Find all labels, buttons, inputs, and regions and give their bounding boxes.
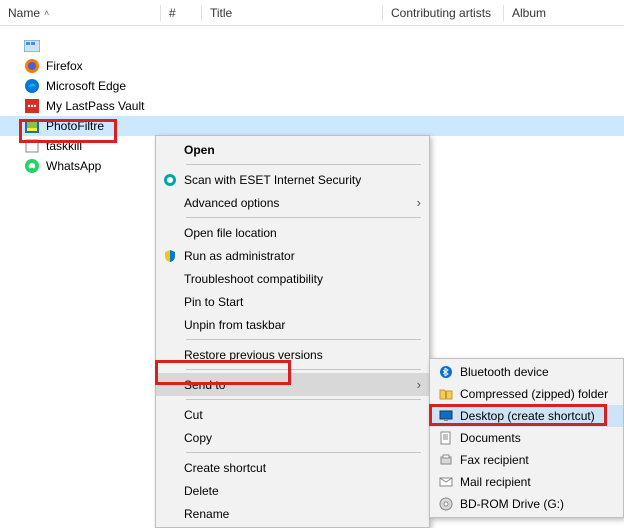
blank-icon <box>160 195 180 211</box>
menu-advanced-options[interactable]: Advanced options › <box>156 191 429 214</box>
menu-delete[interactable]: Delete <box>156 479 429 502</box>
submenu-documents[interactable]: Documents <box>430 427 623 449</box>
shield-icon <box>160 248 180 264</box>
menu-run-admin[interactable]: Run as administrator <box>156 244 429 267</box>
blank-icon <box>160 317 180 333</box>
menu-separator <box>186 452 421 453</box>
blank-icon <box>160 430 180 446</box>
disc-drive-icon <box>436 496 456 512</box>
file-name: PhotoFiltre <box>46 119 104 133</box>
menu-troubleshoot[interactable]: Troubleshoot compatibility <box>156 267 429 290</box>
menu-send-to[interactable]: Send to › <box>156 373 429 396</box>
photofiltre-icon <box>24 118 40 134</box>
blank-icon <box>160 294 180 310</box>
menu-open-location[interactable]: Open file location <box>156 221 429 244</box>
menu-cut[interactable]: Cut <box>156 403 429 426</box>
submenu-bluetooth[interactable]: Bluetooth device <box>430 361 623 383</box>
documents-icon <box>436 430 456 446</box>
blank-icon <box>160 460 180 476</box>
menu-separator <box>186 217 421 218</box>
column-name[interactable]: Name ˄ <box>0 2 160 24</box>
firefox-icon <box>24 58 40 74</box>
blank-icon <box>160 483 180 499</box>
edge-icon <box>24 78 40 94</box>
column-album[interactable]: Album <box>504 2 624 24</box>
submenu-mail[interactable]: Mail recipient <box>430 471 623 493</box>
bluetooth-icon <box>436 364 456 380</box>
sort-asc-icon: ˄ <box>44 8 49 18</box>
submenu-compressed[interactable]: Compressed (zipped) folder <box>430 383 623 405</box>
menu-scan-eset[interactable]: Scan with ESET Internet Security <box>156 168 429 191</box>
list-item[interactable]: Microsoft Edge <box>0 76 624 96</box>
list-item-selected[interactable]: PhotoFiltre <box>0 116 624 136</box>
blank-icon <box>160 347 180 363</box>
menu-create-shortcut[interactable]: Create shortcut <box>156 456 429 479</box>
sendto-submenu: Bluetooth device Compressed (zipped) fol… <box>429 358 624 518</box>
menu-unpin-taskbar[interactable]: Unpin from taskbar <box>156 313 429 336</box>
menu-separator <box>186 369 421 370</box>
fax-icon <box>436 452 456 468</box>
menu-separator <box>186 164 421 165</box>
file-list-header: Name ˄ # Title Contributing artists Albu… <box>0 0 624 26</box>
submenu-bdrom[interactable]: BD-ROM Drive (G:) <box>430 493 623 515</box>
column-artists[interactable]: Contributing artists <box>383 2 503 24</box>
submenu-desktop-shortcut[interactable]: Desktop (create shortcut) <box>430 405 623 427</box>
chevron-right-icon: › <box>417 195 421 210</box>
column-name-label: Name <box>8 6 40 20</box>
file-name: Firefox <box>46 59 83 73</box>
chevron-right-icon: › <box>417 377 421 392</box>
lastpass-icon <box>24 98 40 114</box>
zip-folder-icon <box>436 386 456 402</box>
menu-open[interactable]: Open <box>156 138 429 161</box>
taskkill-icon <box>24 138 40 154</box>
blank-icon <box>160 407 180 423</box>
blank-icon <box>160 271 180 287</box>
menu-restore-versions[interactable]: Restore previous versions <box>156 343 429 366</box>
blank-icon <box>160 506 180 522</box>
column-title[interactable]: Title <box>202 2 382 24</box>
file-name: WhatsApp <box>46 159 101 173</box>
file-name: taskkill <box>46 139 82 153</box>
submenu-fax[interactable]: Fax recipient <box>430 449 623 471</box>
menu-separator <box>186 399 421 400</box>
blank-icon <box>160 377 180 393</box>
desktop-icon <box>436 408 456 424</box>
context-menu: Open Scan with ESET Internet Security Ad… <box>155 135 430 528</box>
apps-icon <box>24 38 40 54</box>
list-item[interactable]: Firefox <box>0 56 624 76</box>
blank-icon <box>160 142 180 158</box>
eset-icon <box>160 172 180 188</box>
mail-icon <box>436 474 456 490</box>
blank-icon <box>160 225 180 241</box>
file-name: My LastPass Vault <box>46 99 144 113</box>
list-item[interactable]: My LastPass Vault <box>0 96 624 116</box>
menu-pin-start[interactable]: Pin to Start <box>156 290 429 313</box>
menu-rename[interactable]: Rename <box>156 502 429 525</box>
list-item[interactable] <box>0 36 624 56</box>
menu-separator <box>186 339 421 340</box>
whatsapp-icon <box>24 158 40 174</box>
file-name: Microsoft Edge <box>46 79 126 93</box>
column-number[interactable]: # <box>161 2 201 24</box>
menu-copy[interactable]: Copy <box>156 426 429 449</box>
